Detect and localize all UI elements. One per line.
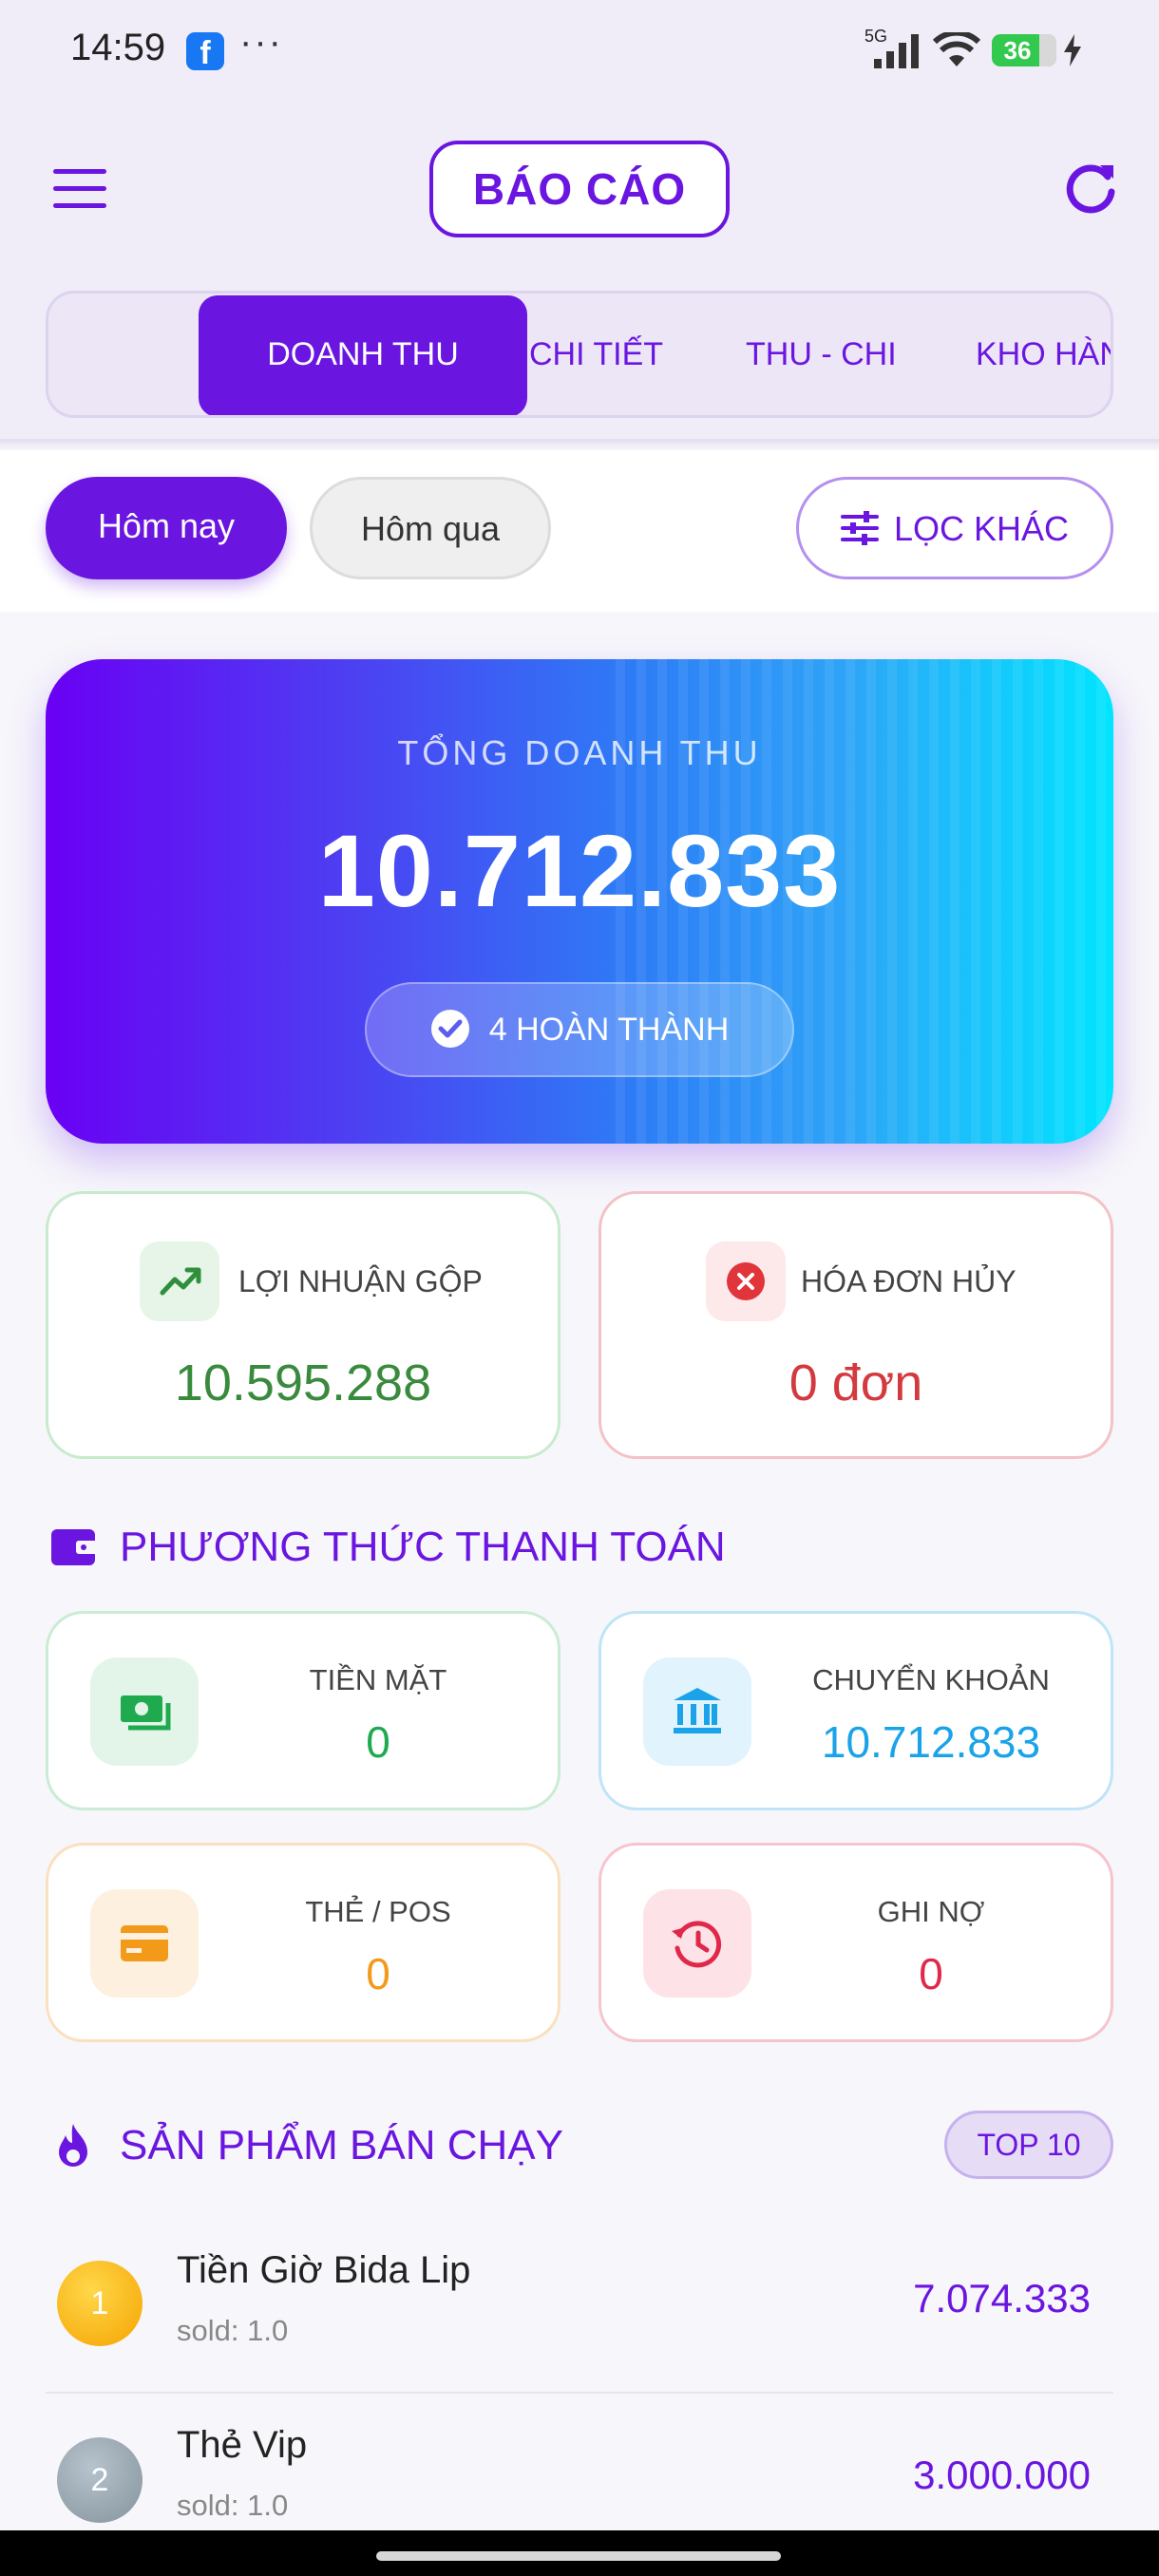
overflow-dots-icon: ··· bbox=[239, 21, 283, 63]
completed-orders-badge[interactable]: 4 HOÀN THÀNH bbox=[365, 982, 794, 1077]
transfer-label: CHUYỂN KHOẢN bbox=[812, 1663, 1050, 1696]
more-filters-label: LỌC KHÁC bbox=[893, 509, 1070, 548]
list-item[interactable]: 1 Tiền Giờ Bida Lip sold: 1.0 7.074.333 bbox=[46, 2217, 1113, 2392]
product-revenue: 7.074.333 bbox=[913, 2276, 1091, 2320]
wallet-icon bbox=[51, 1529, 99, 1565]
total-revenue-value: 10.712.833 bbox=[317, 813, 842, 928]
product-revenue: 3.000.000 bbox=[913, 2453, 1091, 2497]
fire-icon bbox=[59, 2124, 87, 2167]
product-sold: sold: 1.0 bbox=[177, 2489, 289, 2522]
cash-icon bbox=[90, 1657, 199, 1766]
cancel-circle-icon bbox=[706, 1241, 786, 1321]
tab-details[interactable]: CHI TIẾT bbox=[529, 294, 663, 415]
product-sold: sold: 1.0 bbox=[177, 2314, 289, 2347]
debt-label: GHI NỢ bbox=[877, 1895, 985, 1928]
status-time: 14:59 bbox=[70, 27, 166, 68]
best-sellers-title: SẢN PHẨM BÁN CHẠY bbox=[120, 2122, 563, 2169]
wifi-icon bbox=[933, 32, 980, 66]
cash-label: TIỀN MẶT bbox=[309, 1663, 447, 1696]
rank-badge: 2 bbox=[57, 2437, 142, 2523]
completed-orders-label: 4 HOÀN THÀNH bbox=[488, 1012, 730, 1048]
payment-debt-card[interactable]: GHI NỢ 0 bbox=[598, 1843, 1113, 2042]
tab-revenue[interactable]: DOANH THU bbox=[199, 295, 527, 415]
total-revenue-card: TỔNG DOANH THU 10.712.833 4 HOÀN THÀNH bbox=[46, 659, 1113, 1144]
filter-yesterday-button[interactable]: Hôm qua bbox=[310, 477, 551, 579]
status-bar: 14:59 f ··· 5G 36 bbox=[0, 0, 1159, 99]
signal-icon bbox=[874, 34, 919, 68]
gross-profit-label: LỢI NHUẬN GỘP bbox=[238, 1264, 483, 1298]
sliders-icon bbox=[840, 511, 879, 546]
history-icon bbox=[643, 1889, 751, 1998]
rank-badge: 1 bbox=[57, 2261, 142, 2346]
cash-value: 0 bbox=[366, 1717, 390, 1767]
payment-card-pos-card[interactable]: THẺ / POS 0 bbox=[46, 1843, 560, 2042]
trending-up-icon bbox=[140, 1241, 219, 1321]
payment-cash-card[interactable]: TIỀN MẶT 0 bbox=[46, 1611, 560, 1810]
gross-profit-card[interactable]: LỢI NHUẬN GỘP 10.595.288 bbox=[46, 1191, 560, 1459]
charging-bolt-icon bbox=[1064, 34, 1081, 66]
credit-card-icon bbox=[90, 1889, 199, 1998]
refresh-icon[interactable] bbox=[1062, 160, 1119, 217]
tab-inventory[interactable]: KHO HÀN bbox=[976, 294, 1111, 415]
cancelled-invoices-card[interactable]: HÓA ĐƠN HỦY 0 đơn bbox=[598, 1191, 1113, 1459]
product-name: Thẻ Vip bbox=[177, 2424, 308, 2466]
payment-transfer-card[interactable]: CHUYỂN KHOẢN 10.712.833 bbox=[598, 1611, 1113, 1810]
cancelled-invoices-label: HÓA ĐƠN HỦY bbox=[801, 1264, 1016, 1298]
tab-income-expense[interactable]: THU - CHI bbox=[746, 294, 897, 415]
report-tabs: DOANH THU CHI TIẾT THU - CHI KHO HÀN bbox=[46, 291, 1113, 418]
page-title: BÁO CÁO bbox=[429, 141, 730, 237]
home-gesture-handle[interactable] bbox=[376, 2551, 781, 2561]
transfer-value: 10.712.833 bbox=[821, 1717, 1041, 1767]
filter-today-button[interactable]: Hôm nay bbox=[46, 477, 287, 579]
header-shadow bbox=[0, 439, 1159, 450]
bank-icon bbox=[643, 1657, 751, 1766]
product-name: Tiền Giờ Bida Lip bbox=[177, 2249, 471, 2291]
gross-profit-value: 10.595.288 bbox=[174, 1354, 432, 1411]
top-10-badge[interactable]: TOP 10 bbox=[944, 2111, 1113, 2179]
hamburger-menu-icon[interactable] bbox=[53, 169, 106, 209]
card-pos-value: 0 bbox=[366, 1949, 390, 1998]
more-filters-button[interactable]: LỌC KHÁC bbox=[796, 477, 1113, 579]
debt-value: 0 bbox=[919, 1949, 943, 1998]
check-circle-icon bbox=[430, 1010, 469, 1049]
card-pos-label: THẺ / POS bbox=[305, 1895, 451, 1928]
cancelled-invoices-value: 0 đơn bbox=[788, 1354, 923, 1411]
facebook-icon: f bbox=[186, 32, 224, 71]
total-revenue-label: TỔNG DOANH THU bbox=[397, 733, 762, 772]
payment-methods-title: PHƯƠNG THỨC THANH TOÁN bbox=[120, 1524, 726, 1570]
battery-indicator: 36 bbox=[992, 34, 1056, 66]
